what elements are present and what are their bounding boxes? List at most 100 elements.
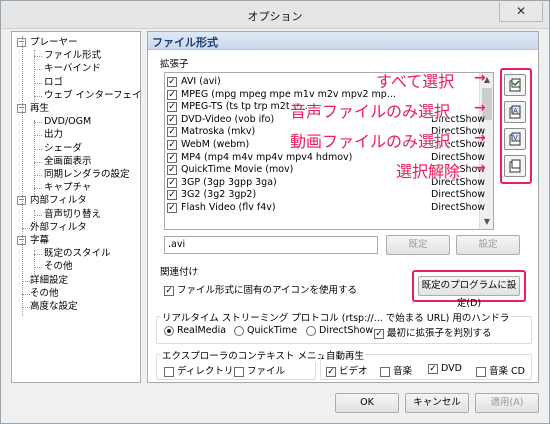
tree-item[interactable]: 既定のスタイル xyxy=(44,247,111,260)
rtsp-option-quicktime[interactable]: QuickTime xyxy=(234,325,297,336)
checkbox-checked-icon: ✓ xyxy=(374,328,384,339)
rtsp-option-directshow[interactable]: DirectShow xyxy=(306,325,373,336)
radio-selected-icon xyxy=(164,325,174,336)
default-button[interactable]: 既定 xyxy=(386,235,450,255)
icon-checkbox-label: ファイル形式に固有のアイコンを使用する xyxy=(177,285,358,296)
tree-item[interactable]: キャプチャ xyxy=(44,181,91,194)
checkbox-checked-icon[interactable]: ✓ xyxy=(167,77,177,87)
set-default-program-button[interactable]: 既定のプログラムに設定(D) xyxy=(418,276,520,309)
explorer-option-label: ファイル xyxy=(247,366,286,377)
tree-item[interactable]: 字幕 xyxy=(30,234,49,247)
tree-item[interactable]: プレーヤー xyxy=(30,36,78,49)
tree-item[interactable]: シェーダ xyxy=(44,142,82,155)
checkbox-checked-icon[interactable]: ✓ xyxy=(167,102,177,113)
tree-item[interactable]: 再生 xyxy=(30,102,49,115)
list-item[interactable]: ✓ 3G2 (3g2 3gp2) DirectShow xyxy=(165,189,485,201)
checkbox-icon xyxy=(164,366,174,377)
format-name: AVI (avi) xyxy=(181,76,221,87)
autoplay-checkbox[interactable]: 音楽 CD xyxy=(476,363,525,377)
list-item[interactable]: ✓ Flash Video (flv f4v) DirectShow xyxy=(165,202,485,214)
tree-item[interactable]: 出力 xyxy=(44,128,63,141)
tree-item[interactable]: キーバインド xyxy=(44,62,101,75)
explorer-directory-checkbox[interactable]: ディレクトリ xyxy=(164,363,233,377)
tree-item[interactable]: その他 xyxy=(44,260,73,273)
format-name: Matroska (mkv) xyxy=(181,126,256,138)
tree-connector xyxy=(34,122,42,124)
checkbox-checked-icon[interactable]: ✓ xyxy=(167,89,177,100)
tree-connector xyxy=(22,293,30,295)
explorer-label: エクスプローラのコンテキスト メニュー xyxy=(160,348,338,362)
tree-connector xyxy=(34,69,42,71)
tree-connector xyxy=(34,250,35,276)
tree-item[interactable]: 高度な設定 xyxy=(30,300,78,313)
annotation-video-only: 動画ファイルのみ選択 xyxy=(290,132,451,151)
first-ext-checkbox[interactable]: ✓ 最初に拡張子を判別する xyxy=(374,325,492,339)
extension-input[interactable]: .avi xyxy=(164,236,378,254)
tree-connector xyxy=(34,254,42,256)
checkbox-checked-icon[interactable]: ✓ xyxy=(167,127,177,138)
audio-only-button[interactable]: A xyxy=(504,101,526,123)
tree-item[interactable]: 外部フィルタ xyxy=(30,221,87,234)
window-title: オプション xyxy=(247,10,303,23)
tree-connector xyxy=(34,120,35,202)
checkbox-checked-icon[interactable]: ✓ xyxy=(167,140,177,150)
association-label: 関連付け xyxy=(160,267,199,278)
set-button[interactable]: 設定 xyxy=(456,235,520,255)
format-source: DirectShow xyxy=(431,202,486,213)
rtsp-option-realmedia[interactable]: RealMedia xyxy=(164,325,226,336)
autoplay-checkbox[interactable]: ✓ DVD xyxy=(428,363,462,374)
tree-connector xyxy=(34,135,42,137)
select-all-button[interactable] xyxy=(504,74,526,96)
rtsp-option-label: QuickTime xyxy=(247,325,298,336)
category-tree[interactable]: − プレーヤー ファイル形式 キーバインド ロゴ ウェブ インターフェイス − 再生 DVD/O… xyxy=(11,31,141,383)
rtsp-option-label: RealMedia xyxy=(177,325,227,336)
autoplay-option-label: DVD xyxy=(438,363,462,374)
tree-connector xyxy=(34,148,42,150)
video-only-button[interactable]: V xyxy=(504,128,526,150)
cancel-button[interactable]: キャンセル xyxy=(405,393,469,413)
close-button[interactable]: ✕ xyxy=(499,2,543,22)
tree-item[interactable]: その他 xyxy=(30,287,59,300)
ok-button[interactable]: OK xyxy=(335,393,399,413)
scroll-down-icon[interactable]: ▼ xyxy=(480,215,493,229)
tree-item[interactable]: ウェブ インターフェイス xyxy=(44,89,140,102)
annotation-audio-only: 音声ファイルのみ選択 xyxy=(290,102,451,121)
tree-item[interactable]: 同期レンダラの設定 xyxy=(44,168,130,181)
checkbox-icon xyxy=(380,366,390,377)
autoplay-checkbox[interactable]: ✓ ビデオ xyxy=(326,363,368,377)
explorer-file-checkbox[interactable]: ファイル xyxy=(234,363,285,377)
title-bar: オプション ✕ xyxy=(1,1,549,29)
autoplay-checkbox[interactable]: 音楽 xyxy=(380,363,412,377)
annotation-select-all: すべて選択 xyxy=(376,72,455,91)
tree-connector xyxy=(34,50,35,102)
page-title: ファイル形式 xyxy=(152,36,218,49)
checkbox-checked-icon[interactable]: ✓ xyxy=(167,152,177,163)
tree-item[interactable]: DVD/OGM xyxy=(44,115,91,128)
deselect-button[interactable] xyxy=(504,155,526,177)
extensions-label: 拡張子 xyxy=(160,59,189,70)
tree-item[interactable]: 内部フィルタ xyxy=(30,194,87,207)
checkbox-checked-icon[interactable]: ✓ xyxy=(167,165,177,176)
select-all-icon xyxy=(509,78,521,92)
apply-button[interactable]: 適用(A) xyxy=(475,393,539,413)
tree-item[interactable]: 全画面表示 xyxy=(44,155,92,168)
tree-item[interactable]: ファイル形式 xyxy=(44,49,101,62)
icon-checkbox[interactable]: ✓ ファイル形式に固有のアイコンを使用する xyxy=(164,282,357,296)
checkbox-checked-icon[interactable]: ✓ xyxy=(167,190,177,201)
autoplay-label: 自動再生 xyxy=(324,348,367,362)
tree-item[interactable]: 詳細設定 xyxy=(30,274,68,287)
tree-item[interactable]: 音声切り替え xyxy=(44,208,101,221)
tree-item[interactable]: ロゴ xyxy=(44,76,63,89)
deselect-icon xyxy=(509,159,521,173)
checkbox-checked-icon[interactable]: ✓ xyxy=(167,114,177,125)
tree-connector xyxy=(22,36,23,316)
format-name: Flash Video (flv f4v) xyxy=(181,202,276,213)
options-window: オプション ✕ − プレーヤー ファイル形式 キーバインド ロゴ ウェブ インターフェイス… xyxy=(0,0,550,424)
explorer-option-label: ディレクトリ xyxy=(177,366,234,377)
checkbox-checked-icon[interactable]: ✓ xyxy=(167,177,177,188)
radio-icon xyxy=(306,325,316,336)
checkbox-checked-icon: ✓ xyxy=(326,366,336,377)
checkbox-checked-icon[interactable]: ✓ xyxy=(167,203,177,213)
autoplay-option-label: 音楽 xyxy=(390,366,413,377)
annotation-arrow-icon: → xyxy=(474,160,486,176)
